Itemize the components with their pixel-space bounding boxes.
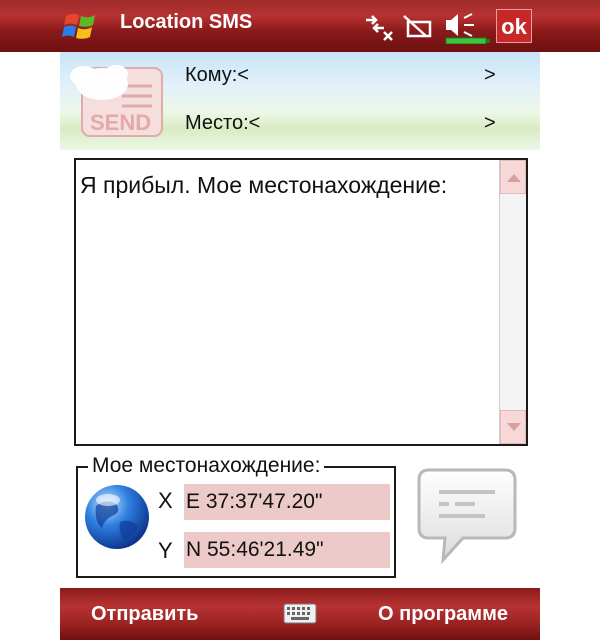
message-text[interactable]: Я прибыл. Мое местонахождение: <box>80 170 496 200</box>
phone-signal-off-icon <box>403 15 432 38</box>
windows-start-icon[interactable] <box>60 6 102 46</box>
status-tray[interactable] <box>362 8 492 44</box>
scroll-up-icon <box>507 174 521 182</box>
speech-bubble-icon[interactable] <box>415 466 519 566</box>
my-location-group: Мое местонахождение: X E 37:37'47.20" Y … <box>76 454 396 578</box>
x-axis-label: X <box>158 488 173 513</box>
message-textbox[interactable]: Я прибыл. Мое местонахождение: <box>74 158 528 446</box>
x-coordinate-field[interactable]: E 37:37'47.20" <box>184 484 390 520</box>
title-bar: Location SMS ok <box>0 0 600 52</box>
globe-icon[interactable] <box>82 482 152 552</box>
volume-icon <box>446 13 474 37</box>
about-softkey[interactable]: О программе <box>378 603 508 626</box>
my-location-legend: Мое местонахождение: <box>88 454 325 478</box>
y-axis-label: Y <box>158 538 173 563</box>
connectivity-icon <box>366 15 393 41</box>
recipient-header: SEND Кому:< > Место:< > <box>60 52 540 150</box>
scroll-down-icon <box>507 423 521 431</box>
send-logo-text: SEND <box>90 110 151 135</box>
battery-icon <box>445 37 490 44</box>
place-field[interactable]: Место:< <box>185 112 260 135</box>
scroll-up-button[interactable] <box>500 160 526 194</box>
to-arrow-button[interactable]: > <box>484 64 496 87</box>
keyboard-icon[interactable] <box>283 601 317 625</box>
send-sms-logo: SEND <box>70 65 163 137</box>
message-scrollbar[interactable] <box>499 160 526 444</box>
ok-button[interactable]: ok <box>496 9 532 43</box>
y-coordinate-field[interactable]: N 55:46'21.49" <box>184 532 390 568</box>
place-arrow-button[interactable]: > <box>484 112 496 135</box>
send-softkey[interactable]: Отправить <box>91 603 198 626</box>
app-title: Location SMS <box>120 11 253 33</box>
to-field[interactable]: Кому:< <box>185 64 249 87</box>
scroll-down-button[interactable] <box>500 410 526 444</box>
softkey-bar: Отправить О программе <box>60 588 540 640</box>
